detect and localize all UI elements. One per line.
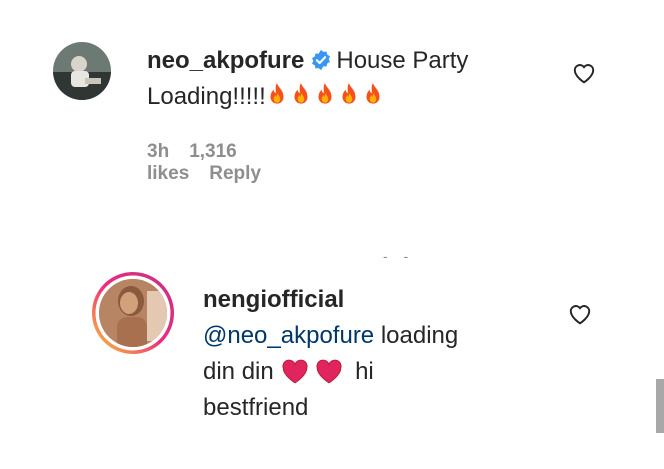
red-heart-emoji <box>282 359 308 384</box>
fire-emoji <box>318 83 332 104</box>
like-heart-icon[interactable] <box>571 60 597 84</box>
comment-neo-body: neo_akpofure House Party Loading!!!!! <box>147 43 547 115</box>
fire-emoji <box>294 83 308 104</box>
scrollbar-thumb[interactable] <box>656 379 664 433</box>
comment-text: loading <box>374 322 459 349</box>
comment-nengi-body: nengiofficial @neo_akpofure loading din … <box>203 282 543 426</box>
fire-emoji <box>342 83 356 104</box>
comment-text-line2: din din <box>203 358 274 385</box>
avatar-neo-image <box>53 42 111 100</box>
red-heart-emoji-group <box>280 358 348 385</box>
like-heart-icon[interactable] <box>567 301 593 325</box>
comment-text-line2: Loading!!!!! <box>147 83 266 110</box>
fire-emoji <box>366 83 380 104</box>
red-heart-emoji <box>316 359 342 384</box>
fire-emoji-group <box>266 83 386 110</box>
comment-username[interactable]: nengiofficial <box>203 286 344 313</box>
comment-text-line3: bestfriend <box>203 394 309 421</box>
avatar-neo[interactable] <box>53 42 111 100</box>
comment-neo-meta: 3h 1,316 likes Reply <box>147 141 281 185</box>
avatar-nengi-image <box>92 272 174 354</box>
comment-username[interactable]: neo_akpofure <box>147 47 304 74</box>
comment-text-after-emoji: hi <box>348 358 374 385</box>
avatar-nengi[interactable] <box>91 271 175 355</box>
mention-link[interactable]: @neo_akpofure <box>203 322 374 349</box>
fire-emoji <box>270 83 284 104</box>
comment-text: House Party <box>336 47 469 74</box>
verified-badge-icon <box>312 49 331 71</box>
loading-dots: - - <box>383 248 415 264</box>
reply-button[interactable]: Reply <box>209 163 261 184</box>
comment-time[interactable]: 3h <box>147 141 169 162</box>
